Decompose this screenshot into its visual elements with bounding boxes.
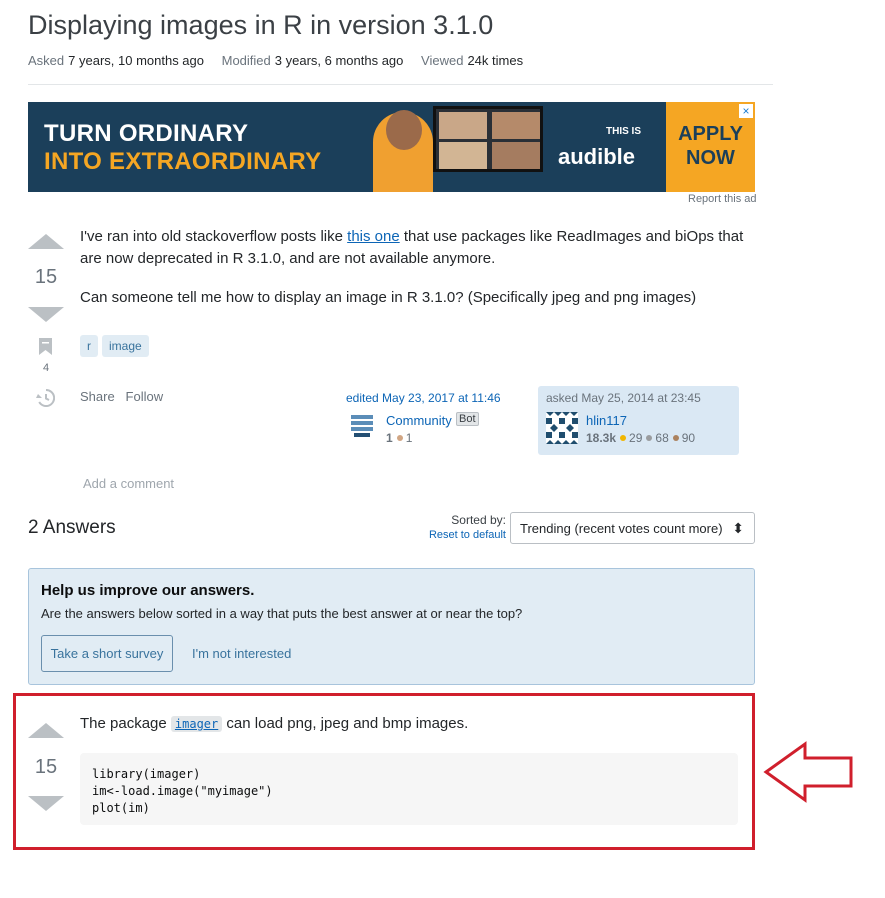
history-icon[interactable]: [36, 388, 56, 412]
pointer-arrow-icon: [763, 741, 855, 808]
silver-badge-icon: [646, 435, 653, 441]
editor-reputation: 11: [386, 431, 413, 445]
ad-screen-tile: [439, 142, 487, 169]
take-survey-button[interactable]: Take a short survey: [41, 635, 173, 672]
question-meta: Asked 7 years, 10 months ago Modified 3 ye…: [28, 53, 537, 68]
question-paragraph-1: I've ran into old stackoverflow posts li…: [80, 228, 744, 267]
sorted-by-label: Sorted by:: [451, 513, 506, 527]
advertisement-banner[interactable]: TURN ORDINARY INTO EXTRAORDINARY THIS IS…: [28, 102, 755, 192]
tag-r[interactable]: r: [80, 335, 98, 357]
bot-badge: Bot: [456, 412, 479, 426]
ad-screen-tile: [492, 112, 540, 139]
bronze-badge-icon: [672, 435, 679, 441]
answer-upvote-icon[interactable]: [28, 723, 64, 738]
ad-this-is: THIS IS: [606, 126, 642, 137]
asker-name[interactable]: hlin117: [586, 413, 627, 428]
imager-package-link[interactable]: imager: [170, 716, 223, 732]
survey-question: Are the answers below sorted in a way th…: [41, 606, 523, 621]
sort-select-value: Trending (recent votes count more): [520, 521, 723, 536]
editor-name[interactable]: Community: [386, 413, 452, 428]
asked-label: Asked: [28, 53, 65, 68]
question-body: I've ran into old stackoverflow posts li…: [80, 226, 750, 326]
ad-video-call-screen: [433, 106, 543, 172]
bookmark-count: 4: [42, 362, 50, 374]
divider: [28, 84, 773, 85]
share-link[interactable]: Share: [80, 389, 115, 404]
gold-badge-icon: [620, 435, 627, 441]
select-arrows-icon: ⬍: [732, 520, 744, 536]
ad-apply-line1: APPLY: [678, 123, 743, 145]
bronze-badge-icon: [396, 435, 403, 441]
question-upvote-icon[interactable]: [28, 234, 64, 249]
follow-link[interactable]: Follow: [126, 389, 164, 404]
post-menu: Share Follow: [80, 389, 163, 404]
ad-headline-2: INTO EXTRAORDINARY: [44, 148, 322, 175]
viewed-label: Viewed: [421, 53, 464, 68]
add-comment-link[interactable]: Add a comment: [83, 476, 174, 491]
survey-notice: Help us improve our answers. Are the ans…: [28, 568, 755, 685]
asker-card: asked May 25, 2014 at 23:45 hlin117 18.3…: [538, 386, 739, 455]
asked-value: 7 years, 10 months ago: [68, 53, 204, 68]
question-score: 15: [34, 266, 58, 288]
reset-to-default-link[interactable]: Reset to default: [400, 528, 506, 543]
ad-close-icon[interactable]: ×: [739, 104, 753, 118]
ad-apply-line2: NOW: [686, 147, 735, 169]
community-avatar: [351, 415, 373, 444]
this-one-link[interactable]: this one: [347, 228, 400, 245]
code-block: library(imager) im<-load.image("myimage"…: [80, 753, 738, 825]
answer-score: 15: [34, 756, 58, 778]
asked-timestamp: asked May 25, 2014 at 23:45: [546, 391, 701, 405]
bookmark-icon[interactable]: [39, 338, 52, 360]
viewed-value: 24k times: [467, 53, 524, 68]
asker-reputation: 18.3k 29 68 90: [586, 431, 696, 445]
page-title: Displaying images in R in version 3.1.0: [28, 10, 494, 40]
answer-text: The package imager can load png, jpeg an…: [80, 715, 469, 732]
survey-title: Help us improve our answers.: [41, 582, 255, 599]
asker-avatar[interactable]: [546, 412, 578, 444]
ad-brand-logo: audible: [558, 144, 636, 169]
tag-list: r image: [80, 335, 153, 357]
question-downvote-icon[interactable]: [28, 307, 64, 322]
modified-label: Modified: [221, 53, 271, 68]
sort-select[interactable]: Trending (recent votes count more) ⬍: [510, 512, 755, 544]
modified-value[interactable]: 3 years, 6 months ago: [275, 53, 404, 68]
answers-count: 2 Answers: [28, 517, 116, 538]
ad-headline-1: TURN ORDINARY: [44, 120, 249, 147]
report-ad-link[interactable]: Report this ad: [688, 193, 756, 205]
edited-timestamp[interactable]: edited May 23, 2017 at 11:46: [346, 391, 501, 405]
question-paragraph-2: Can someone tell me how to display an im…: [80, 289, 697, 306]
sort-label-group: Sorted by: Reset to default: [400, 513, 506, 543]
not-interested-button[interactable]: I'm not interested: [192, 635, 291, 672]
ad-person-head: [386, 110, 422, 150]
ad-screen-tile: [492, 142, 540, 169]
ad-screen-tile: [439, 112, 487, 139]
tag-image[interactable]: image: [102, 335, 149, 357]
answer-downvote-icon[interactable]: [28, 796, 64, 811]
